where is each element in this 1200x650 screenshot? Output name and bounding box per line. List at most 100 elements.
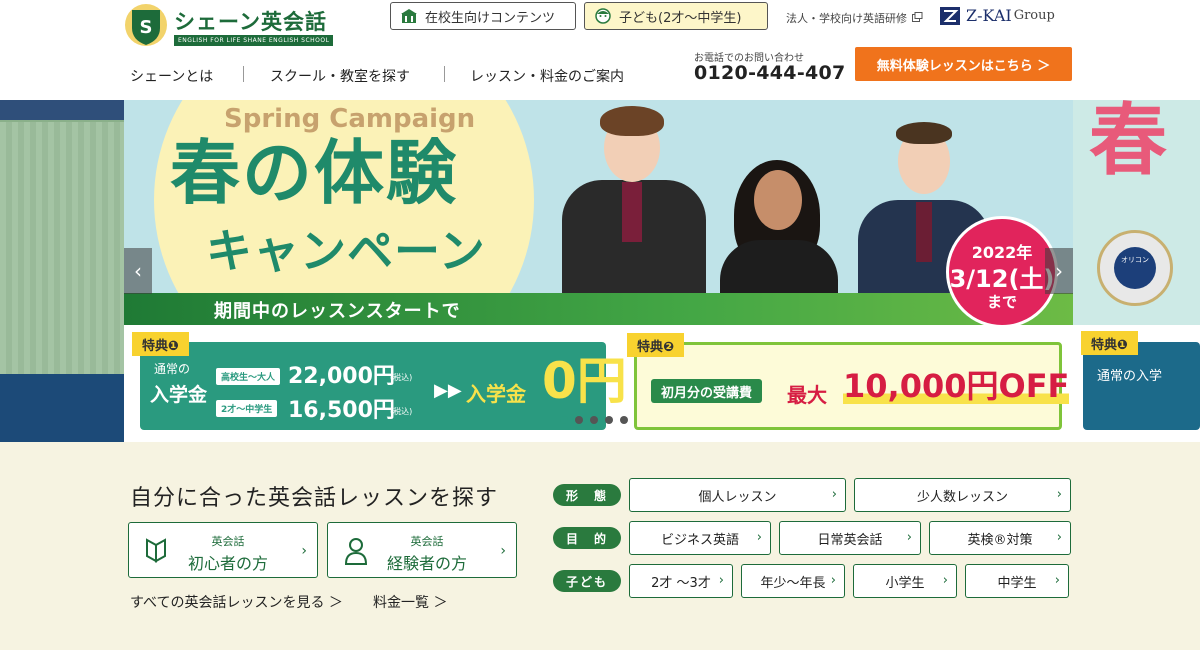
nav-divider: [444, 66, 445, 82]
shield-emblem-icon: S: [125, 4, 167, 46]
free-trial-button[interactable]: 無料体験レッスンはこちら ＞: [855, 47, 1072, 81]
carousel-dot[interactable]: [575, 416, 583, 424]
students-content-label: 在校生向けコンテンツ: [425, 10, 556, 26]
business-english-label: ビジネス英語: [660, 532, 739, 548]
oricon-medal-icon: オリコン: [1097, 230, 1173, 306]
tier-kids-tax: (税込): [390, 407, 413, 416]
beginner-lesson-card[interactable]: 英会話 初心者の方 ›: [128, 522, 318, 578]
next-benefit-text: 通常の入学: [1097, 369, 1163, 384]
zkai-group-suffix: Group: [1013, 8, 1055, 23]
logo-wordmark: シェーン英会話: [174, 10, 327, 34]
preschool-label: 年少〜年長: [760, 575, 826, 591]
daily-english-button[interactable]: 日常英会話 ›: [779, 521, 921, 555]
chevron-right-icon: ›: [500, 543, 506, 559]
beginner-category: 英会話: [211, 535, 245, 548]
corporate-training-link[interactable]: 法人・学校向け英語研修: [786, 10, 923, 26]
teacher-woman-image: [714, 150, 844, 330]
carousel-dot[interactable]: [620, 416, 628, 424]
campaign-bar-text: 期間中のレッスンスタートで: [214, 301, 461, 322]
chevron-right-icon: ›: [906, 530, 912, 545]
next-slide-peek[interactable]: 春 オリコン 特典❶ 通常の入学: [1073, 100, 1200, 442]
benefit-first-month: 特典❷ 初月分の受講費 最大 10,000円OFF: [627, 333, 1070, 430]
students-content-link[interactable]: 在校生向けコンテンツ: [390, 2, 576, 30]
carousel-next-button[interactable]: ›: [1045, 248, 1073, 294]
deadline-date: 3/12(土): [949, 265, 1055, 293]
experienced-name: 経験者の方: [386, 554, 467, 573]
external-window-icon: [912, 11, 923, 25]
svg-text:S: S: [140, 17, 153, 38]
chevron-right-icon: ›: [830, 573, 836, 588]
nav-lessons-pricing[interactable]: レッスン・料金のご案内: [470, 66, 624, 86]
max-label: 最大: [787, 383, 827, 407]
school-building-icon: [401, 9, 417, 23]
carousel-dot[interactable]: [590, 416, 598, 424]
eiken-prep-label: 英検®対策: [967, 532, 1033, 548]
elementary-button[interactable]: 小学生 ›: [853, 564, 957, 598]
tier-adult-price: 22,000円: [288, 364, 395, 389]
age-2-3-button[interactable]: 2才 〜3才 ›: [629, 564, 733, 598]
campaign-subheadline: キャンペーン: [206, 224, 486, 278]
carousel-dots: [560, 416, 628, 424]
campaign-slide[interactable]: Spring Campaign 春の体験 キャンペーン 期間中のレッスンスタート…: [124, 100, 1073, 442]
zkai-mark-icon: [940, 6, 960, 25]
age-2-3-label: 2才 〜3才: [651, 575, 711, 591]
oricon-medal-label: オリコン: [1114, 247, 1156, 289]
group-lesson-label: 少人数レッスン: [916, 489, 1008, 505]
junior-high-button[interactable]: 中学生 ›: [965, 564, 1069, 598]
campaign-title-en: Spring Campaign: [224, 104, 476, 134]
enrollment-fee-zero: 0円: [542, 352, 627, 410]
tier-kids-price: 16,500円: [288, 398, 395, 423]
next-benefit-label: 特典❶: [1081, 331, 1139, 355]
double-arrow-icon: ▶▶: [434, 380, 462, 401]
carousel-dot[interactable]: [605, 416, 613, 424]
tier-adult-tag: 高校生〜大人: [216, 368, 281, 385]
prev-slide-image: [0, 122, 124, 374]
nav-find-school[interactable]: スクール・教室を探す: [270, 66, 410, 86]
tier-kids-tag: 2才〜中学生: [216, 400, 278, 417]
private-lesson-label: 個人レッスン: [698, 489, 777, 505]
carousel-dot[interactable]: [560, 416, 568, 424]
price-list-link[interactable]: 料金一覧 ＞: [373, 592, 447, 612]
tier-adult-tax: (税込): [390, 373, 413, 382]
regular-label: 通常の: [154, 362, 191, 376]
phone-number[interactable]: 0120-444-407: [694, 62, 846, 84]
enrollment-fee-label: 入学金: [150, 384, 208, 406]
nav-about[interactable]: シェーンとは: [130, 66, 213, 86]
discount-amount: 10,000円OFF: [843, 367, 1070, 405]
site-logo[interactable]: S シェーン英会話 ENGLISH FOR LIFE SHANE ENGLISH…: [124, 2, 334, 48]
experienced-lesson-card[interactable]: 英会話 経験者の方 ›: [327, 522, 517, 578]
experienced-category: 英会話: [410, 535, 444, 548]
benefit-1-label: 特典❶: [132, 332, 190, 356]
chevron-right-icon: ›: [942, 573, 948, 588]
campaign-headline: 春の体験: [170, 132, 458, 214]
site-header: S シェーン英会話 ENGLISH FOR LIFE SHANE ENGLISH…: [0, 0, 1200, 100]
next-slide-benefits: 特典❶ 通常の入学: [1073, 325, 1200, 442]
chevron-right-icon: ›: [1056, 487, 1062, 502]
private-lesson-button[interactable]: 個人レッスン ›: [629, 478, 846, 512]
junior-high-label: 中学生: [997, 575, 1037, 591]
preschool-button[interactable]: 年少〜年長 ›: [741, 564, 845, 598]
carousel-prev-button[interactable]: ‹: [124, 248, 152, 294]
hero-carousel: Spring Campaign 春の体験 キャンペーン 期間中のレッスンスタート…: [0, 100, 1200, 442]
first-month-fee-tag: 初月分の受講費: [651, 379, 763, 403]
nav-divider: [243, 66, 244, 82]
deadline-until: まで: [986, 293, 1017, 311]
chevron-right-icon: ›: [831, 487, 837, 502]
lesson-finder: 自分に合った英会話レッスンを探す 英会話 初心者の方 › 英会話 経験者の方 ›…: [0, 442, 1200, 650]
all-lessons-link[interactable]: すべての英会話レッスンを見る ＞: [130, 592, 343, 612]
enrollment-fee-result-label: 入学金: [466, 382, 526, 406]
next-slide-benefit-box: [1083, 342, 1200, 430]
business-english-button[interactable]: ビジネス英語 ›: [629, 521, 771, 555]
group-lesson-button[interactable]: 少人数レッスン ›: [854, 478, 1071, 512]
zkai-group-logo[interactable]: Z-KAI Group: [940, 6, 1055, 25]
purpose-tag: 目 的: [553, 527, 621, 549]
teacher-man-left-image: [554, 100, 714, 305]
eiken-prep-button[interactable]: 英検®対策 ›: [929, 521, 1071, 555]
daily-english-label: 日常英会話: [817, 532, 883, 548]
beginner-name: 初心者の方: [187, 554, 268, 573]
finder-title: 自分に合った英会話レッスンを探す: [130, 486, 499, 511]
kids-label: 子ども(2才〜中学生): [619, 10, 742, 26]
kids-link[interactable]: 子ども(2才〜中学生): [584, 2, 768, 30]
prev-slide-peek: [0, 100, 124, 124]
kids-tag: 子ども: [553, 570, 621, 592]
